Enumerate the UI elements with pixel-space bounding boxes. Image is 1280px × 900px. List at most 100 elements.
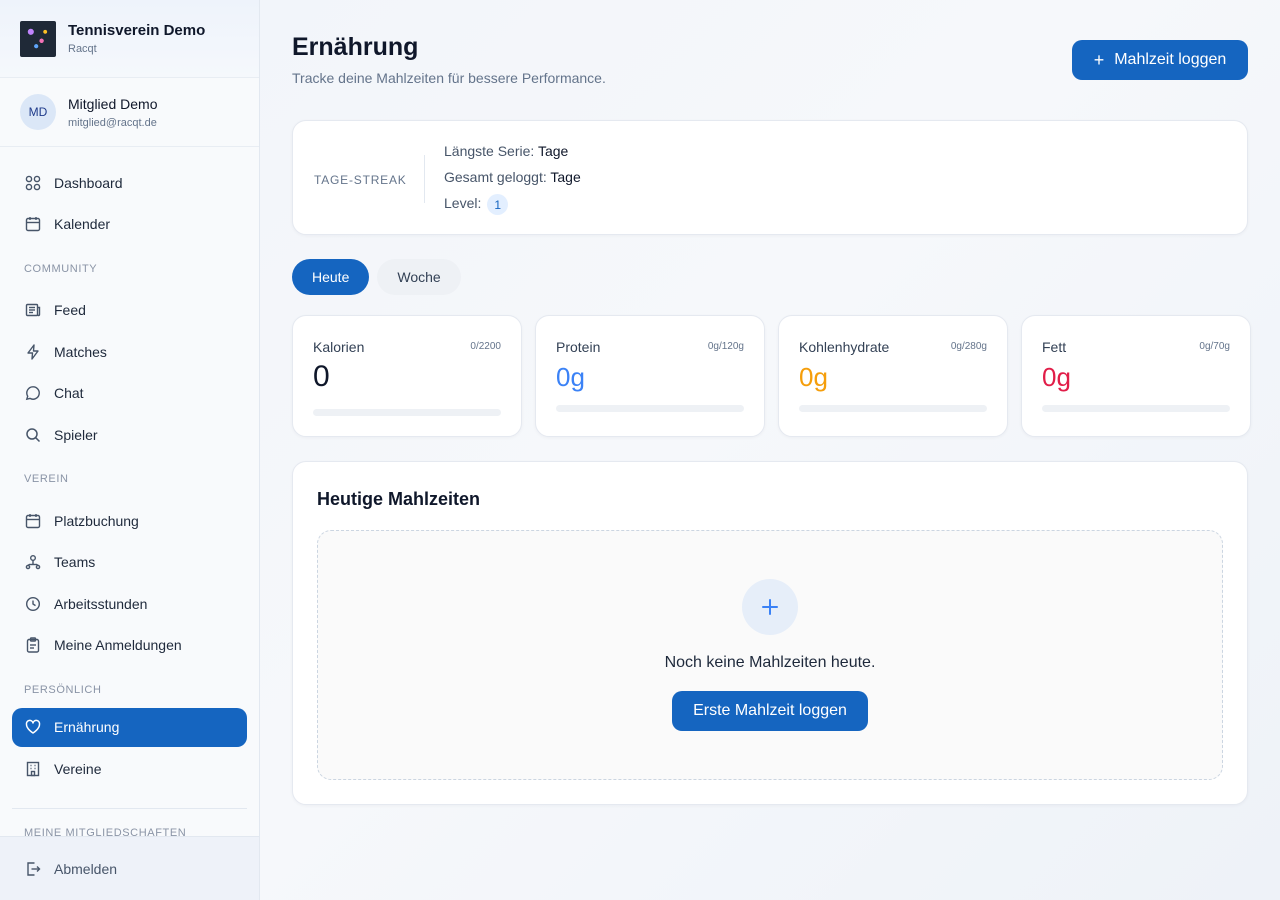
sidebar-item-kalender[interactable]: Kalender: [12, 205, 247, 244]
logout-label: Abmelden: [54, 860, 118, 877]
log-first-meal-button[interactable]: Erste Mahlzeit loggen: [672, 691, 868, 731]
sidebar: Tennisverein Demo Racqt MD Mitglied Demo…: [0, 0, 260, 900]
sidebar-item-label: Dashboard: [54, 174, 123, 191]
search-icon: [24, 426, 42, 444]
section-label-verein: VEREIN: [24, 473, 69, 485]
section-label-community: COMMUNITY: [24, 262, 98, 275]
club-logo: [20, 20, 56, 57]
stat-label: Kalorien: [313, 339, 365, 355]
chat-icon: [24, 384, 42, 402]
macro-stats: Kalorien 0/2200 0 Protein 0g/120g 0g Koh…: [292, 315, 1251, 437]
sidebar-item-label: Chat: [54, 385, 84, 401]
sidebar-item-label: Ernährung: [54, 719, 120, 735]
meals-card: Heutige Mahlzeiten Noch keine Mahlzeiten…: [292, 461, 1248, 805]
stat-value: 0g: [556, 362, 585, 392]
stat-card-fett: Fett 0g/70g 0g: [1021, 315, 1251, 437]
newspaper-icon: [24, 301, 42, 319]
level: Level: 1: [444, 194, 581, 220]
longest-streak: Längste Serie: Tage: [444, 142, 581, 168]
meals-title: Heutige Mahlzeiten: [317, 489, 481, 509]
sidebar-item-platzbuchung[interactable]: Platzbuchung: [12, 501, 247, 540]
user-profile[interactable]: MD Mitglied Demo mitglied@racqt.de: [0, 78, 259, 147]
sidebar-item-ernaehrung[interactable]: Ernährung: [12, 707, 247, 747]
log-meal-label: Mahlzeit loggen: [1114, 51, 1227, 68]
stat-label: Kohlenhydrate: [799, 339, 890, 355]
level-badge: 1: [487, 194, 509, 215]
brand-header[interactable]: Tennisverein Demo Racqt: [0, 0, 259, 78]
plus-icon: +: [1093, 50, 1105, 70]
section-label-persoenlich: PERSÖNLICH: [24, 683, 102, 696]
stat-card-kalorien: Kalorien 0/2200 0: [292, 315, 522, 437]
level-label: Level:: [444, 195, 482, 212]
stat-goal: 0/2200: [470, 341, 501, 352]
teams-icon: [24, 553, 42, 571]
longest-streak-label: Längste Serie:: [444, 143, 535, 159]
sidebar-item-meine-anmeldungen[interactable]: Meine Anmeldungen: [12, 626, 247, 665]
empty-state: Noch keine Mahlzeiten heute. Erste Mahlz…: [317, 530, 1223, 780]
grid-icon: [24, 174, 42, 192]
sidebar-item-teams[interactable]: Teams: [12, 543, 247, 582]
streak-label: TAGE-STREAK: [314, 173, 407, 187]
sidebar-item-label: Kalender: [54, 216, 111, 232]
stat-goal: 0g/120g: [707, 341, 744, 352]
sidebar-item-label: Meine Anmeldungen: [54, 637, 182, 653]
calendar-icon: [24, 215, 42, 233]
longest-streak-value: Tage: [537, 143, 569, 159]
sidebar-item-matches[interactable]: Matches: [12, 332, 247, 371]
stat-value: 0g: [799, 362, 828, 392]
sidebar-item-label: Feed: [54, 302, 86, 318]
stat-card-kohlenhydrate: Kohlenhydrate 0g/280g 0g: [778, 315, 1008, 437]
plus-icon[interactable]: [742, 579, 798, 635]
logout-button[interactable]: Abmelden: [0, 836, 259, 900]
main-nav: Dashboard Kalender COMMUNITY Feed Matche…: [0, 147, 259, 788]
sidebar-item-label: Platzbuchung: [54, 512, 139, 529]
stat-value: 0g: [1042, 362, 1071, 392]
page-subtitle: Tracke deine Mahlzeiten für bessere Perf…: [292, 70, 606, 86]
page-title: Ernährung: [292, 33, 419, 61]
sidebar-item-label: Vereine: [54, 760, 102, 777]
streak-card: TAGE-STREAK Längste Serie: Tage Gesamt g…: [292, 120, 1248, 235]
sidebar-item-dashboard[interactable]: Dashboard: [12, 163, 247, 202]
progress-bar: [1042, 405, 1230, 412]
period-tabs: Heute Woche: [292, 259, 461, 295]
divider: [424, 155, 425, 203]
stat-value: 0: [313, 360, 330, 393]
total-logged: Gesamt geloggt: Tage: [444, 168, 581, 194]
tab-heute[interactable]: Heute: [292, 259, 370, 295]
user-name: Mitglied Demo: [68, 95, 158, 112]
stat-label: Protein: [556, 339, 601, 355]
clock-icon: [24, 595, 42, 613]
sidebar-item-label: Teams: [54, 554, 96, 570]
stat-goal: 0g/280g: [950, 341, 987, 352]
progress-bar: [556, 405, 744, 412]
stat-card-protein: Protein 0g/120g 0g: [535, 315, 765, 437]
stat-goal: 0g/70g: [1199, 341, 1230, 352]
sidebar-item-label: Arbeitsstunden: [54, 595, 148, 612]
total-logged-label: Gesamt geloggt:: [444, 169, 547, 185]
club-name: Tennisverein Demo: [68, 22, 206, 39]
sidebar-item-feed[interactable]: Feed: [12, 291, 247, 330]
lightning-icon: [24, 343, 42, 361]
building-icon: [24, 760, 42, 778]
sidebar-item-chat[interactable]: Chat: [12, 374, 247, 413]
progress-bar: [313, 409, 501, 416]
logout-icon: [24, 860, 42, 878]
calendar-icon: [24, 512, 42, 530]
sidebar-item-label: Matches: [54, 343, 107, 360]
progress-bar: [799, 405, 987, 412]
app-name: Racqt: [68, 43, 97, 55]
sidebar-item-arbeitsstunden[interactable]: Arbeitsstunden: [12, 584, 247, 623]
user-email: mitglied@racqt.de: [68, 116, 157, 129]
divider: [12, 808, 247, 809]
clipboard-icon: [24, 636, 42, 654]
tab-woche[interactable]: Woche: [377, 259, 461, 295]
sidebar-item-label: Spieler: [54, 426, 98, 443]
stat-label: Fett: [1042, 339, 1067, 355]
heart-icon: [24, 718, 42, 736]
avatar: MD: [20, 94, 56, 130]
sidebar-item-vereine[interactable]: Vereine: [12, 749, 247, 788]
empty-state-text: Noch keine Mahlzeiten heute.: [664, 654, 876, 671]
total-logged-value: Tage: [550, 169, 581, 185]
sidebar-item-spieler[interactable]: Spieler: [12, 415, 247, 454]
log-meal-button[interactable]: + Mahlzeit loggen: [1072, 40, 1248, 80]
